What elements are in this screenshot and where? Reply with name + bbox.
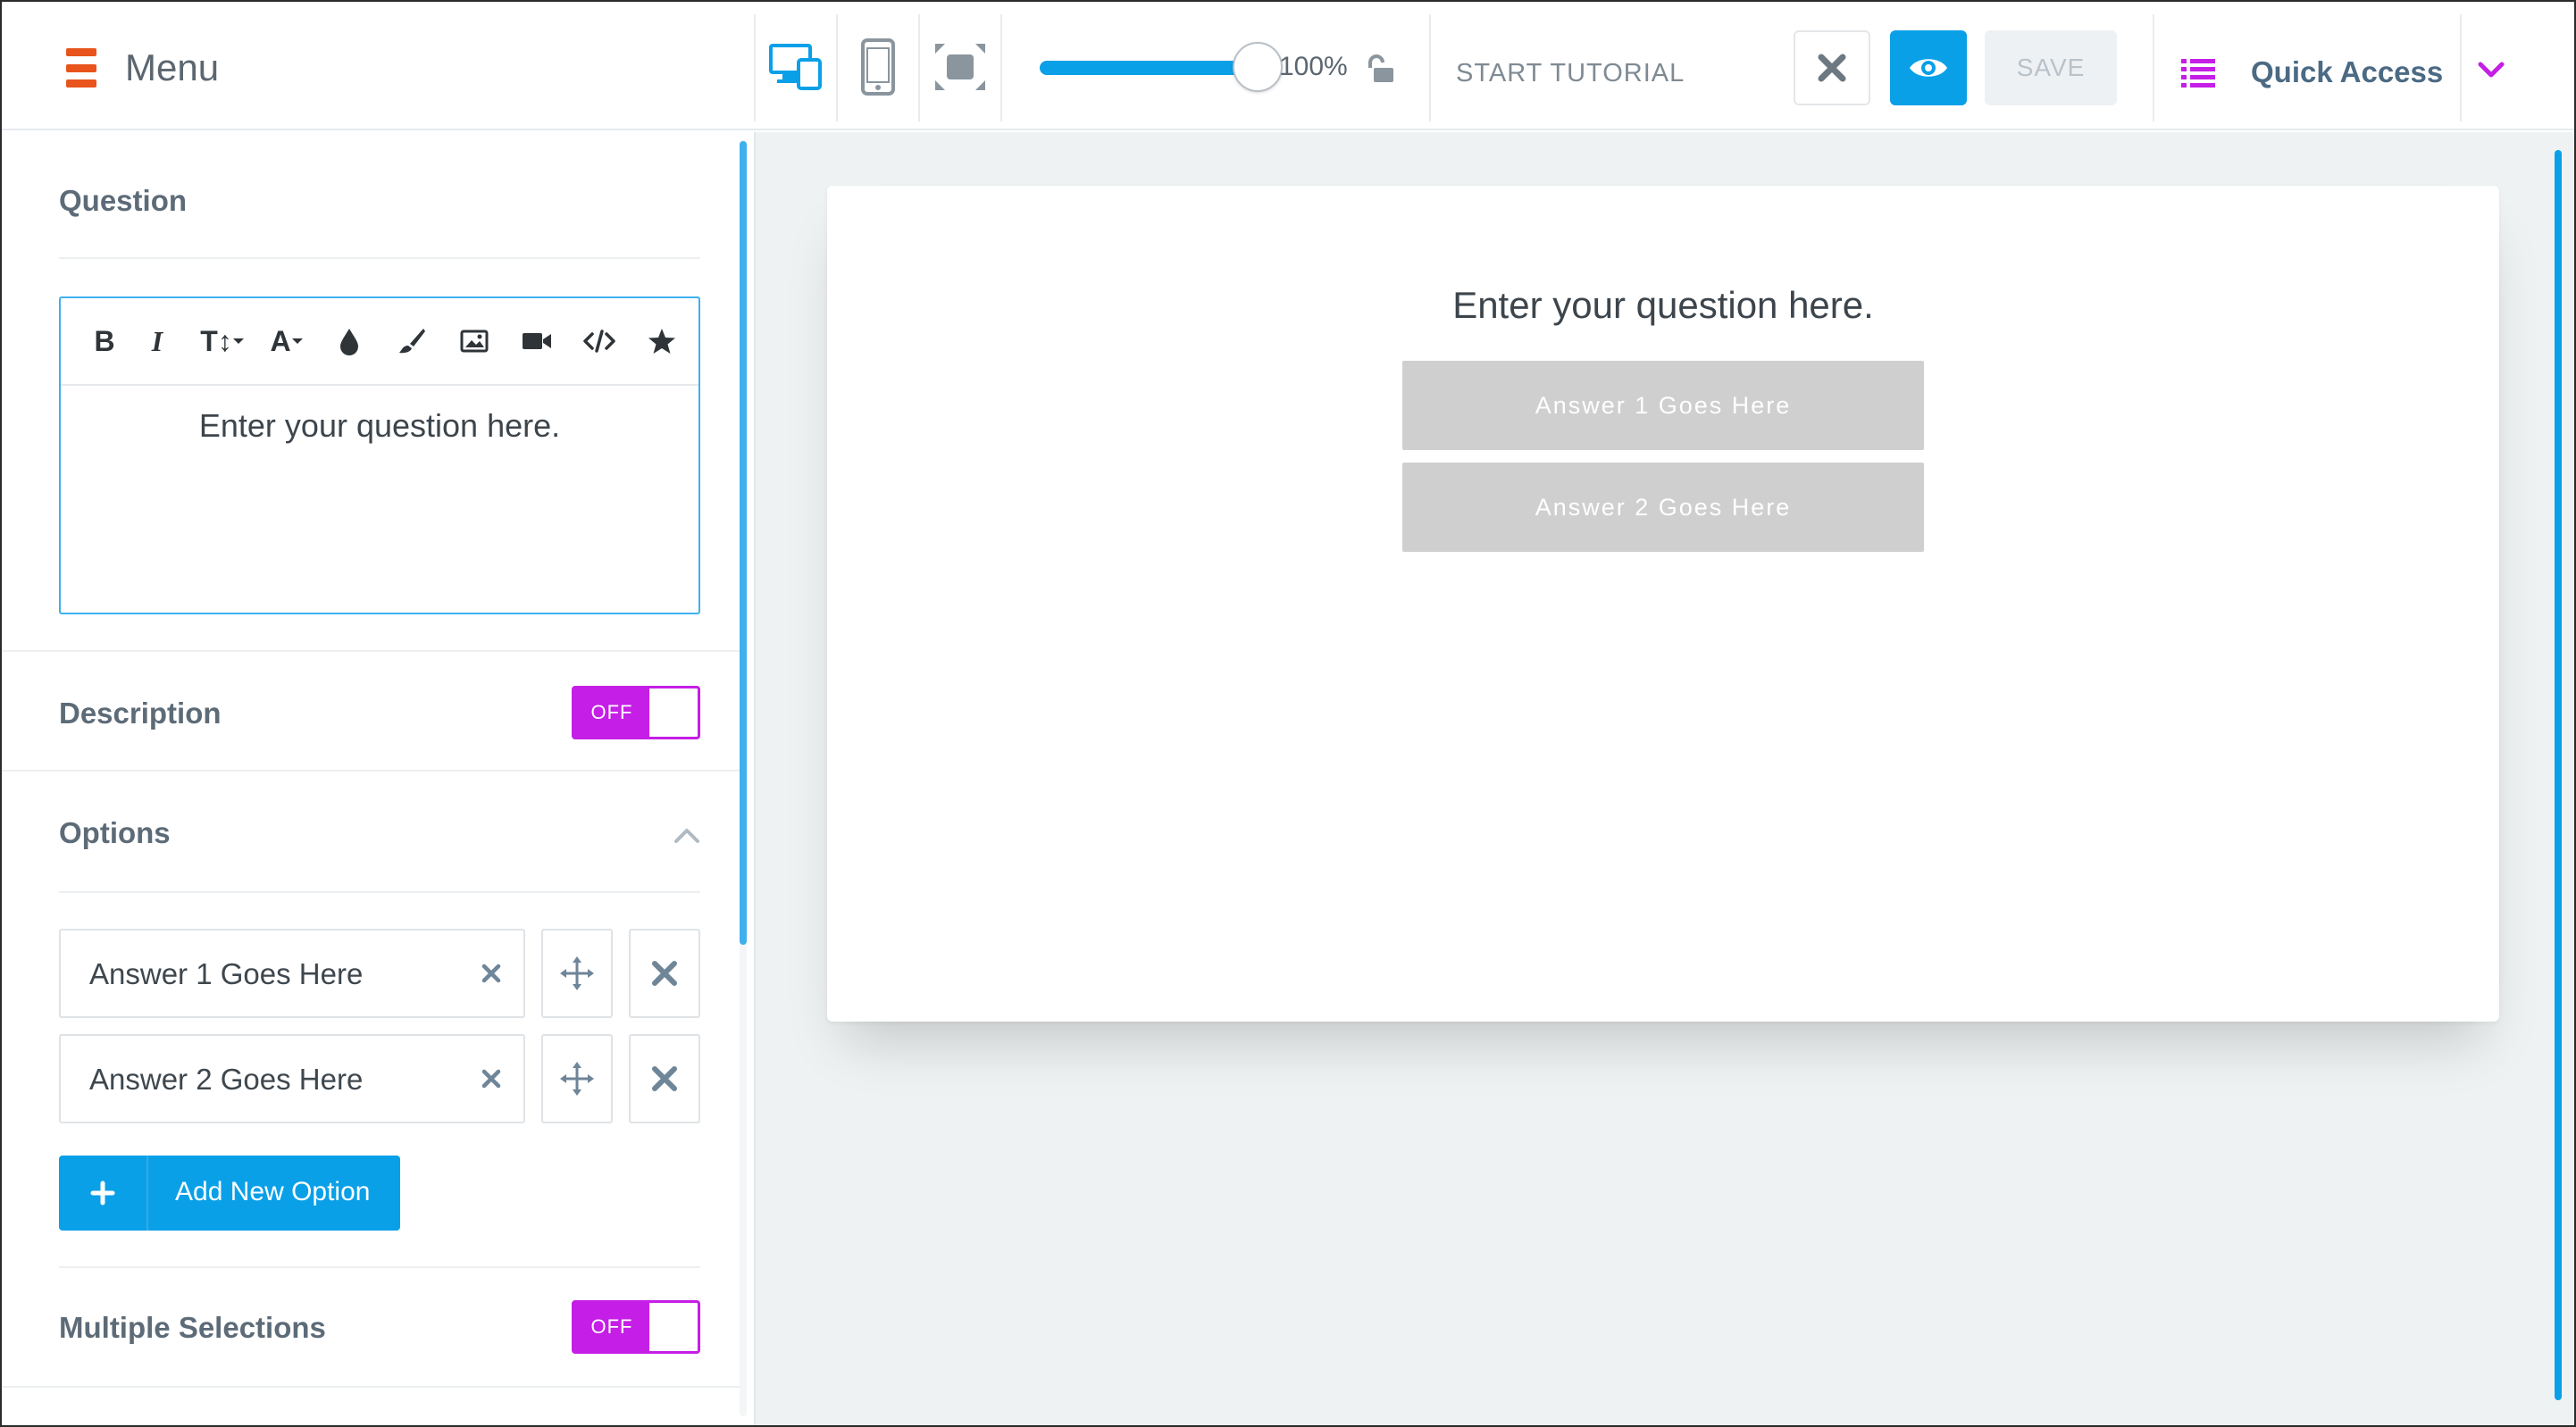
- brush-icon: [399, 329, 425, 354]
- toggle-state: OFF: [574, 688, 649, 737]
- insert-image-button[interactable]: [443, 297, 506, 385]
- plus-icon: [59, 1156, 148, 1231]
- preview-button[interactable]: [1890, 30, 1967, 105]
- divider: [836, 14, 838, 121]
- chevron-up-icon[interactable]: [673, 827, 700, 845]
- question-section-title: Question: [59, 184, 188, 217]
- unlock-icon[interactable]: [1365, 54, 1395, 84]
- option-input[interactable]: Answer 2 Goes Here: [59, 1034, 525, 1123]
- zoom-slider-fill: [1040, 61, 1254, 75]
- zoom-slider-handle[interactable]: [1233, 42, 1283, 92]
- add-new-option-label: Add New Option: [175, 1177, 371, 1206]
- description-toggle[interactable]: OFF: [572, 686, 700, 739]
- drag-handle[interactable]: [541, 929, 613, 1018]
- app-frame: Menu 100% START TUTORIAL SAVE Quick Acce…: [0, 0, 2576, 1427]
- start-tutorial-link[interactable]: START TUTORIAL: [1456, 59, 1685, 88]
- preview-canvas: Enter your question here. Answer 1 Goes …: [754, 132, 2574, 1425]
- font-button[interactable]: A: [255, 297, 318, 385]
- zoom-slider-track: [1040, 61, 1254, 75]
- video-icon: [523, 333, 551, 349]
- move-icon: [560, 956, 594, 990]
- mobile-phone-icon: [861, 38, 895, 96]
- move-icon: [560, 1062, 594, 1096]
- divider: [1000, 14, 1002, 121]
- quick-access-button[interactable]: Quick Access: [2251, 55, 2443, 89]
- caret-down-icon: [232, 338, 244, 344]
- top-bar: Menu 100% START TUTORIAL SAVE Quick Acce…: [2, 2, 2574, 130]
- divider: [2460, 14, 2462, 121]
- close-icon: [1818, 54, 1846, 82]
- drop-icon: [340, 329, 358, 355]
- question-editor-text[interactable]: Enter your question here.: [61, 407, 698, 445]
- preview-answer-button[interactable]: Answer 2 Goes Here: [1402, 463, 1924, 552]
- code-view-button[interactable]: [568, 297, 631, 385]
- chevron-down-icon[interactable]: [2478, 61, 2505, 79]
- close-button[interactable]: [1794, 30, 1870, 105]
- clear-icon[interactable]: [481, 963, 502, 984]
- divider: [2, 650, 740, 652]
- drag-handle[interactable]: [541, 1034, 613, 1123]
- mobile-view-button[interactable]: [845, 34, 911, 100]
- editor-toolbar: B I T↕ A: [61, 298, 698, 386]
- special-button[interactable]: [631, 297, 693, 385]
- bold-button[interactable]: B: [84, 297, 125, 385]
- zoom-slider[interactable]: [1040, 42, 1283, 93]
- menu-label: Menu: [125, 46, 220, 88]
- fullscreen-icon: [935, 44, 985, 90]
- clear-icon[interactable]: [481, 1068, 502, 1089]
- close-icon: [652, 961, 677, 986]
- save-button[interactable]: SAVE: [1985, 30, 2117, 105]
- fullscreen-button[interactable]: [927, 34, 993, 100]
- divider: [59, 257, 700, 259]
- star-icon: [648, 329, 675, 354]
- divider: [1429, 14, 1431, 121]
- question-card[interactable]: Enter your question here. Answer 1 Goes …: [827, 186, 2499, 1022]
- text-size-button[interactable]: T↕: [189, 297, 255, 385]
- description-label: Description: [59, 697, 222, 730]
- image-icon: [460, 330, 489, 353]
- multiple-selections-label: Multiple Selections: [59, 1311, 326, 1344]
- zoom-readout: 100%: [1279, 52, 1348, 81]
- text-size-label: T↕: [200, 324, 232, 357]
- divider: [754, 14, 756, 121]
- preview-question: Enter your question here.: [1452, 284, 1874, 326]
- close-icon: [652, 1066, 677, 1091]
- eye-icon: [1910, 59, 1947, 77]
- menu-button[interactable]: Menu: [66, 46, 219, 89]
- desktop-tablet-icon: [769, 44, 822, 90]
- add-new-option-button[interactable]: Add New Option: [59, 1156, 400, 1231]
- delete-option-button[interactable]: [629, 929, 700, 1018]
- preview-answer-button[interactable]: Answer 1 Goes Here: [1402, 361, 1924, 450]
- hamburger-icon: [66, 48, 96, 88]
- delete-option-button[interactable]: [629, 1034, 700, 1123]
- option-label: Answer 1 Goes Here: [89, 957, 364, 990]
- option-label: Answer 2 Goes Here: [89, 1063, 364, 1096]
- color-button[interactable]: [318, 297, 381, 385]
- list-icon: [2181, 59, 2215, 88]
- divider: [2, 770, 740, 772]
- insert-video-button[interactable]: [506, 297, 568, 385]
- canvas-scrollbar[interactable]: [2555, 150, 2562, 1400]
- options-section-title: Options: [59, 816, 171, 849]
- brush-button[interactable]: [381, 297, 443, 385]
- divider: [918, 14, 920, 121]
- multiple-selections-toggle[interactable]: OFF: [572, 1300, 700, 1354]
- divider: [59, 891, 700, 893]
- divider: [2153, 14, 2154, 121]
- font-label: A: [270, 324, 291, 357]
- settings-panel: Question B I T↕ A Enter your question he…: [2, 132, 754, 1425]
- caret-down-icon: [291, 338, 303, 344]
- italic-button[interactable]: I: [125, 297, 189, 385]
- toggle-state: OFF: [574, 1303, 649, 1351]
- code-icon: [583, 330, 615, 353]
- question-editor[interactable]: B I T↕ A Enter your question here.: [59, 296, 700, 614]
- divider: [59, 1266, 700, 1268]
- option-input[interactable]: Answer 1 Goes Here: [59, 929, 525, 1018]
- desktop-view-button[interactable]: [763, 34, 829, 100]
- divider: [2, 1386, 740, 1388]
- panel-scrollbar[interactable]: [740, 141, 747, 945]
